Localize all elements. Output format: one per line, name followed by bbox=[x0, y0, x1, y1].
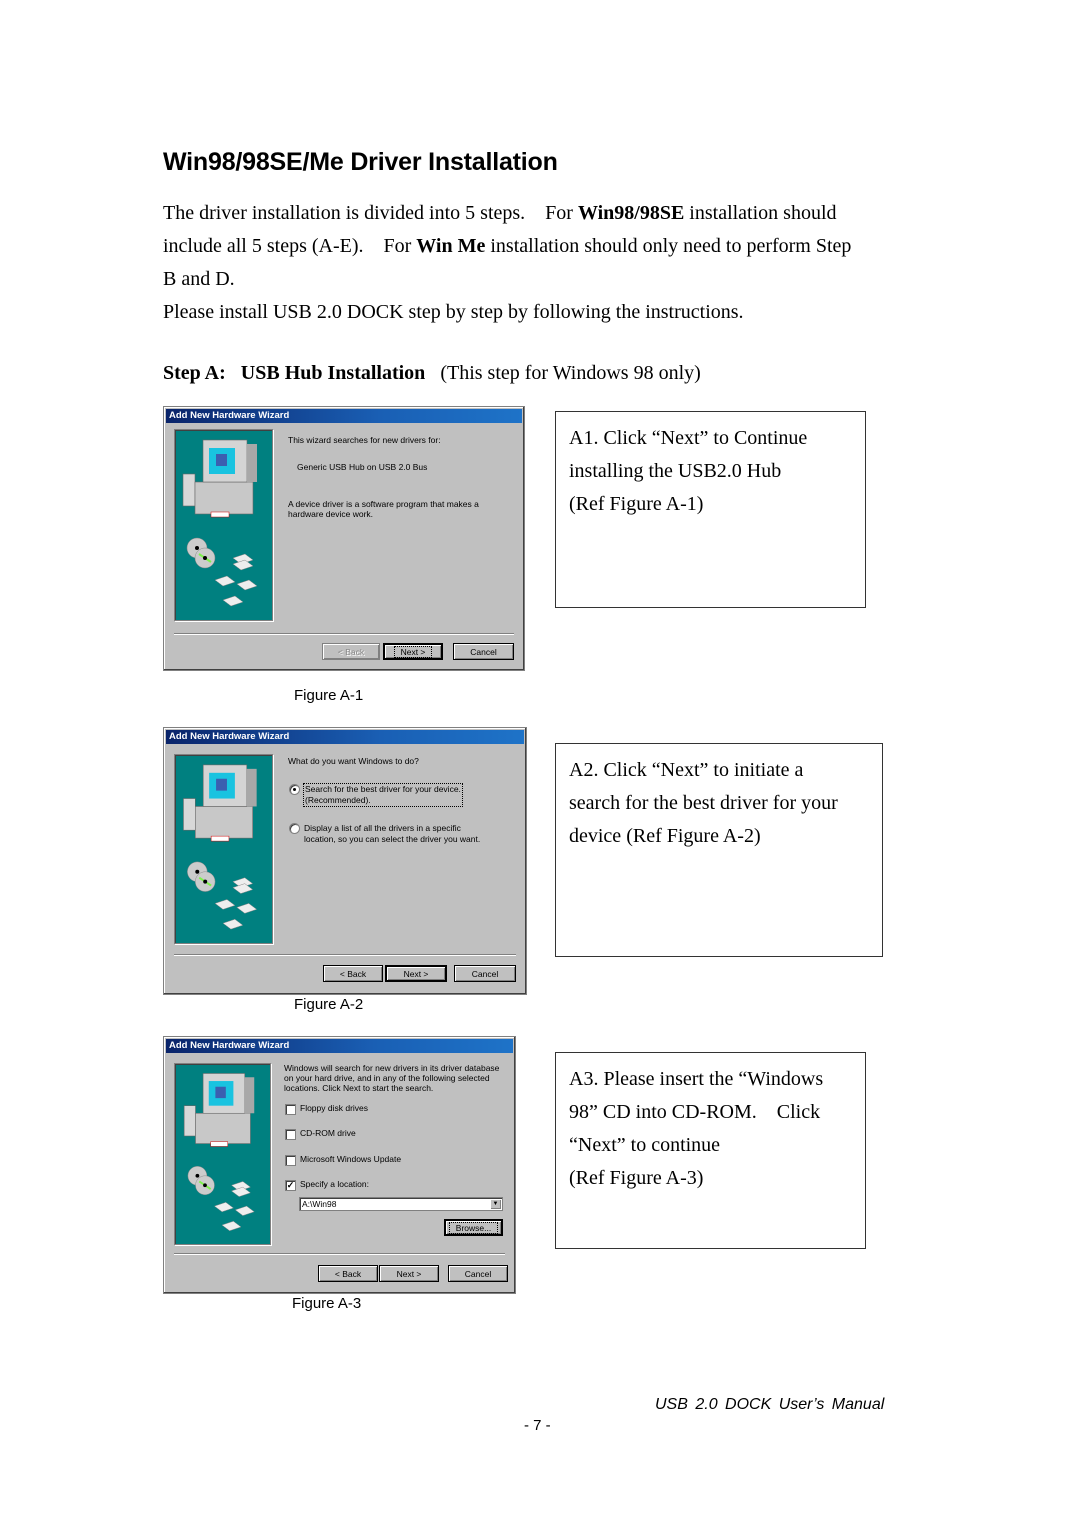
text-line: locations. Click Next to start the searc… bbox=[284, 1083, 434, 1093]
instruction-box-a1: A1. Click “Next” to Continue installing … bbox=[555, 411, 866, 608]
instruction-line: “Next” to continue bbox=[569, 1134, 721, 1156]
checkbox-label: Microsoft Windows Update bbox=[300, 1154, 402, 1164]
checkbox-cdrom[interactable] bbox=[285, 1129, 296, 1140]
manual-title: USB 2.0 DOCK User’s Manual bbox=[655, 1396, 885, 1413]
wizard-text: This wizard searches for new drivers for… bbox=[288, 435, 441, 445]
step-note: (This step for Windows 98 only) bbox=[440, 362, 701, 384]
intro-text: The driver installation is divided into … bbox=[163, 202, 578, 224]
intro-text: installation should only need to perform… bbox=[485, 235, 852, 257]
intro-bold: Win Me bbox=[416, 235, 486, 257]
wizard-panel bbox=[174, 754, 273, 944]
device-name: Generic USB Hub on USB 2.0 Bus bbox=[297, 462, 428, 472]
wizard-dialog-a2: Add New Hardware Wizard What do you want… bbox=[163, 727, 527, 995]
browse-label: Browse... bbox=[448, 1222, 499, 1234]
option-line: Display a list of all the drivers in a s… bbox=[304, 823, 461, 833]
figure-caption: Figure A-3 bbox=[292, 1295, 362, 1312]
instruction-line: (Ref Figure A-1) bbox=[569, 493, 704, 515]
wizard-text: Windows will search for new drivers in i… bbox=[284, 1063, 499, 1093]
instruction-box-a3: A3. Please insert the “Windows 98” CD in… bbox=[555, 1052, 866, 1249]
cancel-button[interactable]: Cancel bbox=[454, 965, 516, 982]
intro-line-1: The driver installation is divided into … bbox=[163, 197, 943, 230]
separator bbox=[174, 1253, 505, 1255]
instruction-line: search for the best driver for your bbox=[569, 792, 838, 814]
wizard-panel bbox=[174, 1063, 271, 1245]
intro-text: include all 5 steps (A-E). For bbox=[163, 235, 417, 257]
wizard-panel bbox=[174, 429, 273, 621]
intro-line-3: B and D. bbox=[163, 268, 235, 290]
chevron-down-icon[interactable]: ▼ bbox=[490, 1199, 501, 1209]
dialog-titlebar: Add New Hardware Wizard bbox=[166, 409, 522, 423]
instruction-line: A2. Click “Next” to initiate a bbox=[569, 759, 804, 781]
page-title: Win98/98SE/Me Driver Installation bbox=[163, 148, 558, 176]
intro-text: installation should bbox=[684, 202, 837, 224]
radio-label: Display a list of all the drivers in a s… bbox=[304, 823, 480, 845]
radio-display-list[interactable] bbox=[289, 823, 300, 834]
instruction-line: 98” CD into CD-ROM. Click bbox=[569, 1101, 821, 1123]
wizard-text: hardware device work. bbox=[288, 509, 374, 519]
instruction-line: installing the USB2.0 Hub bbox=[569, 460, 782, 482]
computer-with-discs-icon bbox=[183, 764, 258, 930]
instruction-line: A3. Please insert the “Windows bbox=[569, 1068, 824, 1090]
radio-label: Search for the best driver for your devi… bbox=[303, 783, 463, 807]
cancel-button[interactable]: Cancel bbox=[448, 1265, 508, 1282]
checkbox-label: Floppy disk drives bbox=[300, 1103, 369, 1113]
instruction-line: (Ref Figure A-3) bbox=[569, 1167, 704, 1189]
page-number: - 7 - bbox=[524, 1417, 551, 1434]
next-button[interactable]: Next > bbox=[385, 965, 447, 982]
checkbox-specify-location[interactable]: ✓ bbox=[285, 1180, 296, 1191]
next-button[interactable]: Next > bbox=[383, 643, 443, 660]
checkbox-label: CD-ROM drive bbox=[300, 1128, 356, 1138]
location-combo[interactable]: A:\Win98 ▼ bbox=[299, 1197, 503, 1211]
browse-button[interactable]: Browse... bbox=[444, 1219, 503, 1236]
separator bbox=[174, 633, 514, 635]
text-line: on your hard drive, and in any of the fo… bbox=[284, 1073, 490, 1083]
intro-bold: Win98/98SE bbox=[577, 202, 685, 224]
computer-with-discs-icon bbox=[183, 1073, 255, 1232]
step-heading: Step A: USB Hub Installation (This step … bbox=[163, 362, 701, 385]
text-line: Windows will search for new drivers in i… bbox=[284, 1063, 500, 1073]
instruction-line: device (Ref Figure A-2) bbox=[569, 825, 761, 847]
dialog-titlebar: Add New Hardware Wizard bbox=[166, 1039, 513, 1053]
checkbox-windows-update[interactable] bbox=[285, 1155, 296, 1166]
intro-line-4: Please install USB 2.0 DOCK step by step… bbox=[163, 301, 744, 323]
next-button-label: Next > bbox=[393, 646, 433, 658]
instruction-box-a2: A2. Click “Next” to initiate a search fo… bbox=[555, 743, 883, 957]
radio-search-best-driver[interactable] bbox=[289, 784, 300, 795]
step-label: Step A: bbox=[163, 362, 226, 384]
option-line: Search for the best driver for your devi… bbox=[305, 784, 461, 794]
step-title: USB Hub Installation bbox=[240, 362, 426, 384]
next-button[interactable]: Next > bbox=[379, 1265, 439, 1282]
checkbox-label: Specify a location: bbox=[300, 1179, 369, 1189]
wizard-question: What do you want Windows to do? bbox=[288, 756, 419, 766]
option-line: (Recommended). bbox=[305, 795, 371, 805]
location-value: A:\Win98 bbox=[302, 1199, 337, 1209]
computer-with-discs-icon bbox=[182, 439, 258, 607]
checkbox-floppy[interactable] bbox=[285, 1104, 296, 1115]
dialog-titlebar: Add New Hardware Wizard bbox=[166, 730, 524, 744]
wizard-dialog-a3: Add New Hardware Wizard Windows will sea… bbox=[163, 1036, 516, 1294]
separator bbox=[174, 954, 516, 956]
figure-caption: Figure A-1 bbox=[294, 687, 364, 704]
option-line: location, so you can select the driver y… bbox=[304, 834, 481, 844]
cancel-button[interactable]: Cancel bbox=[453, 643, 514, 660]
back-button[interactable]: < Back bbox=[322, 643, 380, 660]
instruction-line: A1. Click “Next” to Continue bbox=[569, 427, 808, 449]
back-button[interactable]: < Back bbox=[323, 965, 383, 982]
back-button[interactable]: < Back bbox=[318, 1265, 378, 1282]
intro-line-2: include all 5 steps (A-E). For Win Me in… bbox=[163, 230, 943, 263]
figure-caption: Figure A-2 bbox=[294, 996, 364, 1013]
wizard-dialog-a1: Add New Hardware Wizard This wizard sear… bbox=[163, 406, 525, 671]
